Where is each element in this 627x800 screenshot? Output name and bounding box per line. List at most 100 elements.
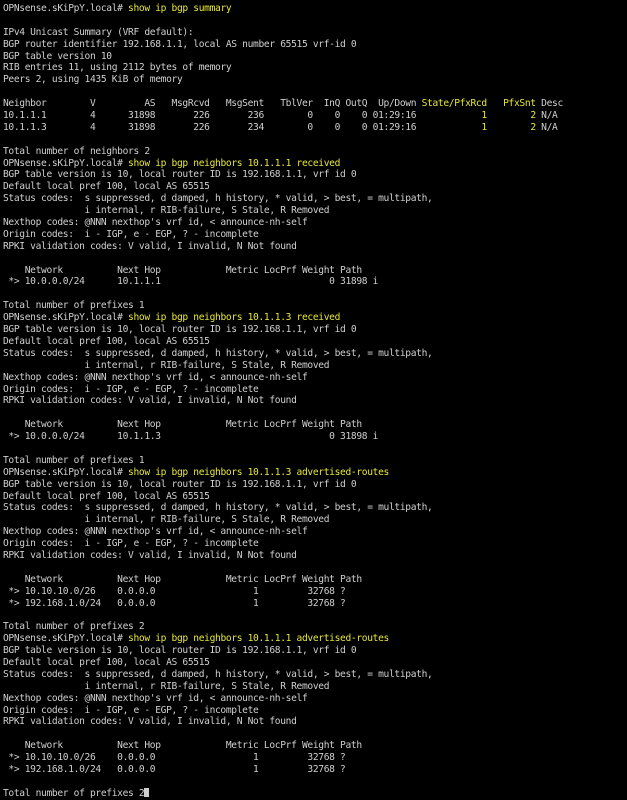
terminal-line: Total number of prefixes 2 [3, 621, 627, 633]
terminal-text: RPKI validation codes: V valid, I invali… [3, 240, 297, 252]
terminal-line: 10.1.1.3 4 31898 226 234 0 0 0 01:29:16 … [3, 122, 627, 134]
terminal-text: *> 192.168.1.0/24 0.0.0.0 1 32768 ? [3, 597, 346, 609]
terminal-line: OPNsense.sKiPpY.local# show ip bgp neigh… [3, 467, 627, 479]
terminal-text: OPNsense.sKiPpY.local# [3, 157, 129, 169]
terminal-line: OPNsense.sKiPpY.local# show ip bgp neigh… [3, 312, 627, 324]
terminal-text: *> 10.0.0.0/24 10.1.1.3 0 31898 i [3, 431, 379, 443]
terminal-line: Network Next Hop Metric LocPrf Weight Pa… [3, 574, 627, 586]
terminal-text: Origin codes: i - IGP, e - EGP, ? - inco… [3, 383, 259, 395]
terminal-text: Total number of prefixes 2 [3, 621, 145, 633]
highlighted-text: show ip bgp neighbors 10.1.1.1 advertise… [128, 633, 389, 645]
terminal-line: Origin codes: i - IGP, e - EGP, ? - inco… [3, 538, 627, 550]
terminal-line: Default local pref 100, local AS 65515 [3, 336, 627, 348]
terminal-window[interactable]: OPNsense.sKiPpY.local# show ip bgp summa… [0, 0, 627, 800]
terminal-text: BGP table version 10 [3, 50, 112, 62]
terminal-line: Total number of prefixes 2 [3, 787, 627, 800]
terminal-text: Status codes: s suppressed, d damped, h … [3, 502, 433, 514]
terminal-line: *> 192.168.1.0/24 0.0.0.0 1 32768 ? [3, 598, 627, 610]
terminal-text: Status codes: s suppressed, d damped, h … [3, 347, 433, 359]
terminal-line: BGP table version is 10, local router ID… [3, 645, 627, 657]
terminal-line: Nexthop codes: @NNN nexthop's vrf id, < … [3, 693, 627, 705]
terminal-line: Nexthop codes: @NNN nexthop's vrf id, < … [3, 372, 627, 384]
terminal-line: RPKI validation codes: V valid, I invali… [3, 716, 627, 728]
terminal-line: BGP table version is 10, local router ID… [3, 169, 627, 181]
terminal-text: *> 10.10.10.0/26 0.0.0.0 1 32768 ? [3, 752, 346, 764]
terminal-line: RPKI validation codes: V valid, I invali… [3, 241, 627, 253]
terminal-text: Nexthop codes: @NNN nexthop's vrf id, < … [3, 526, 308, 538]
terminal-text: Nexthop codes: @NNN nexthop's vrf id, < … [3, 692, 308, 704]
terminal-text: i internal, r RIB-failure, S Stale, R Re… [3, 680, 330, 692]
terminal-text: IPv4 Unicast Summary (VRF default): [3, 26, 194, 38]
terminal-line: Default local pref 100, local AS 65515 [3, 491, 627, 503]
terminal-text: Total number of prefixes 1 [3, 300, 145, 312]
terminal-text: Neighbor V AS MsgRcvd MsgSent TblVer InQ… [3, 98, 422, 110]
highlighted-text: show ip bgp summary [128, 3, 232, 14]
terminal-line: Default local pref 100, local AS 65515 [3, 181, 627, 193]
terminal-line: Status codes: s suppressed, d damped, h … [3, 193, 627, 205]
terminal-text: 10.1.1.3 4 31898 226 234 0 0 0 01:29:16 [3, 121, 482, 133]
terminal-line: OPNsense.sKiPpY.local# show ip bgp neigh… [3, 158, 627, 170]
highlighted-text: show ip bgp neighbors 10.1.1.1 received [128, 157, 341, 169]
terminal-text: OPNsense.sKiPpY.local# [3, 312, 129, 324]
terminal-line: Origin codes: i - IGP, e - EGP, ? - inco… [3, 705, 627, 717]
terminal-line: Status codes: s suppressed, d damped, h … [3, 669, 627, 681]
terminal-line: Nexthop codes: @NNN nexthop's vrf id, < … [3, 526, 627, 538]
highlighted-text: show ip bgp neighbors 10.1.1.3 advertise… [128, 466, 389, 478]
terminal-text: *> 10.0.0.0/24 10.1.1.1 0 31898 i [3, 276, 379, 288]
terminal-text: Status codes: s suppressed, d damped, h … [3, 668, 433, 680]
terminal-text: Total number of prefixes 1 [3, 454, 145, 466]
terminal-text: N/A [535, 110, 558, 122]
terminal-line: Neighbor V AS MsgRcvd MsgSent TblVer InQ… [3, 98, 627, 110]
terminal-text: Peers 2, using 1435 KiB of memory [3, 74, 183, 86]
terminal-line: OPNsense.sKiPpY.local# show ip bgp neigh… [3, 633, 627, 645]
terminal-line: i internal, r RIB-failure, S Stale, R Re… [3, 360, 627, 372]
terminal-line: Total number of prefixes 1 [3, 300, 627, 312]
terminal-line: *> 10.0.0.0/24 10.1.1.1 0 31898 i [3, 276, 627, 288]
terminal-text: Default local pref 100, local AS 65515 [3, 490, 210, 502]
terminal-line: BGP router identifier 192.168.1.1, local… [3, 39, 627, 51]
terminal-text: Network Next Hop Metric LocPrf Weight Pa… [3, 740, 362, 752]
terminal-line: Total number of prefixes 1 [3, 455, 627, 467]
terminal-text: RPKI validation codes: V valid, I invali… [3, 395, 297, 407]
terminal-text: Default local pref 100, local AS 65515 [3, 335, 210, 347]
terminal-line: 10.1.1.1 4 31898 226 236 0 0 0 01:29:16 … [3, 110, 627, 122]
terminal-text: OPNsense.sKiPpY.local# [3, 633, 129, 645]
terminal-text: Status codes: s suppressed, d damped, h … [3, 193, 433, 205]
terminal-text: Origin codes: i - IGP, e - EGP, ? - inco… [3, 538, 259, 550]
terminal-text: BGP router identifier 192.168.1.1, local… [3, 38, 357, 50]
terminal-text: OPNsense.sKiPpY.local# [3, 466, 129, 478]
terminal-text: 10.1.1.1 4 31898 226 236 0 0 0 01:29:16 [3, 110, 482, 122]
terminal-text: i internal, r RIB-failure, S Stale, R Re… [3, 205, 330, 217]
highlighted-text: State/PfxRcd [421, 98, 488, 110]
terminal-line: *> 192.168.1.0/24 0.0.0.0 1 32768 ? [3, 764, 627, 776]
terminal-text: BGP table version is 10, local router ID… [3, 478, 357, 490]
terminal-line: RIB entries 11, using 2112 bytes of memo… [3, 62, 627, 74]
terminal-text: i internal, r RIB-failure, S Stale, R Re… [3, 514, 330, 526]
terminal-text: Network Next Hop Metric LocPrf Weight Pa… [3, 264, 362, 276]
terminal-line: Network Next Hop Metric LocPrf Weight Pa… [3, 419, 627, 431]
terminal-text: Network Next Hop Metric LocPrf Weight Pa… [3, 419, 362, 431]
terminal-text: BGP table version is 10, local router ID… [3, 324, 357, 336]
terminal-text: Total number of neighbors 2 [3, 145, 150, 157]
terminal-line: Total number of neighbors 2 [3, 146, 627, 158]
terminal-text: N/A [535, 121, 558, 133]
highlighted-text: PfxSnt [503, 98, 536, 110]
terminal-line: Nexthop codes: @NNN nexthop's vrf id, < … [3, 217, 627, 229]
terminal-text: Nexthop codes: @NNN nexthop's vrf id, < … [3, 217, 308, 229]
terminal-line: i internal, r RIB-failure, S Stale, R Re… [3, 205, 627, 217]
terminal-line: Status codes: s suppressed, d damped, h … [3, 348, 627, 360]
terminal-text: RPKI validation codes: V valid, I invali… [3, 716, 297, 728]
terminal-line: BGP table version is 10, local router ID… [3, 479, 627, 491]
terminal-text: *> 192.168.1.0/24 0.0.0.0 1 32768 ? [3, 764, 346, 775]
